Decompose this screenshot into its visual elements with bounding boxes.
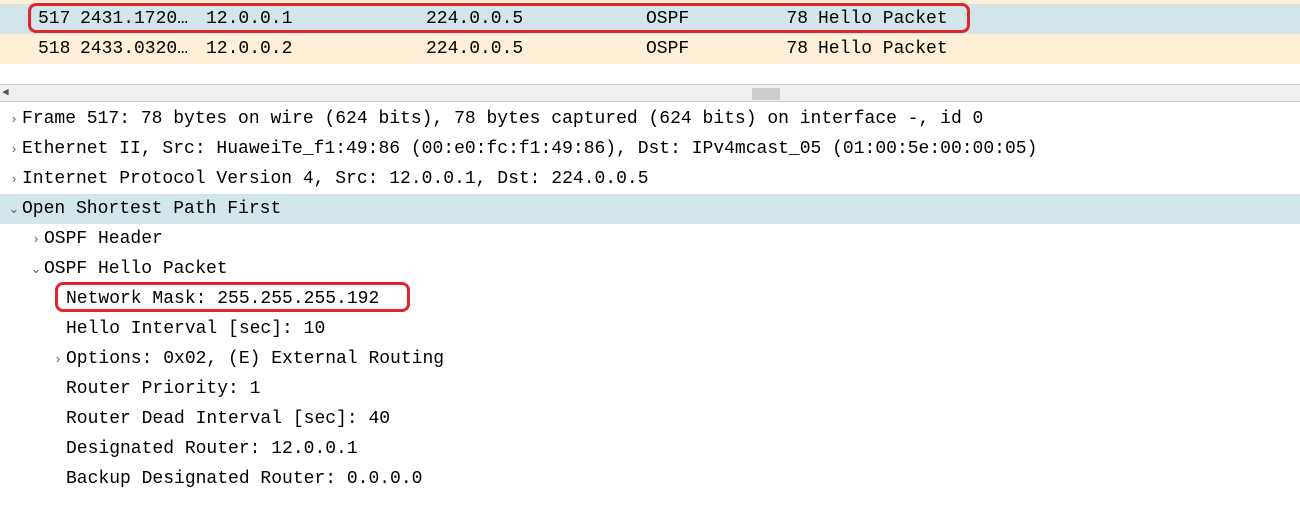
cell-length: 78 xyxy=(786,39,814,59)
chevron-down-icon[interactable]: ⌄ xyxy=(28,254,44,284)
field-backup-designated-router[interactable]: Backup Designated Router: 0.0.0.0 xyxy=(0,464,1300,494)
cell-destination: 224.0.0.5 xyxy=(426,39,646,59)
chevron-right-icon[interactable]: › xyxy=(6,164,22,194)
table-row[interactable]: 517 2431.1720… 12.0.0.1 224.0.0.5 OSPF 7… xyxy=(0,4,1300,34)
cell-source: 12.0.0.2 xyxy=(206,39,426,59)
horizontal-scrollbar[interactable]: ◀ xyxy=(0,84,1300,102)
field-dead-interval[interactable]: Router Dead Interval [sec]: 40 xyxy=(0,404,1300,434)
field-designated-router[interactable]: Designated Router: 12.0.0.1 xyxy=(0,434,1300,464)
chevron-right-icon[interactable]: › xyxy=(6,104,22,134)
tree-item-hello-packet[interactable]: ⌄ OSPF Hello Packet xyxy=(0,254,1300,284)
detail-text: Router Dead Interval [sec]: 40 xyxy=(66,404,390,434)
tree-item-ethernet[interactable]: › Ethernet II, Src: HuaweiTe_f1:49:86 (0… xyxy=(0,134,1300,164)
detail-text: Hello Interval [sec]: 10 xyxy=(66,314,325,344)
chevron-down-icon[interactable]: ⌄ xyxy=(6,194,22,224)
cell-length: 78 xyxy=(786,9,814,29)
field-hello-interval[interactable]: Hello Interval [sec]: 10 xyxy=(0,314,1300,344)
tree-item-ip[interactable]: › Internet Protocol Version 4, Src: 12.0… xyxy=(0,164,1300,194)
cell-time: 2431.1720… xyxy=(80,9,206,29)
tree-item-frame[interactable]: › Frame 517: 78 bytes on wire (624 bits)… xyxy=(0,104,1300,134)
cell-time: 2433.0320… xyxy=(80,39,206,59)
detail-text: OSPF Header xyxy=(44,224,163,254)
detail-text: OSPF Hello Packet xyxy=(44,254,228,284)
detail-text: Frame 517: 78 bytes on wire (624 bits), … xyxy=(22,104,983,134)
cell-info: Hello Packet xyxy=(814,39,1300,59)
chevron-right-icon[interactable]: › xyxy=(50,344,66,374)
tree-item-ospf[interactable]: ⌄ Open Shortest Path First xyxy=(0,194,1300,224)
field-network-mask[interactable]: Network Mask: 255.255.255.192 xyxy=(0,284,1300,314)
chevron-right-icon[interactable]: › xyxy=(28,224,44,254)
table-row[interactable]: 518 2433.0320… 12.0.0.2 224.0.0.5 OSPF 7… xyxy=(0,34,1300,64)
field-router-priority[interactable]: Router Priority: 1 xyxy=(0,374,1300,404)
detail-text: Options: 0x02, (E) External Routing xyxy=(66,344,444,374)
cell-protocol: OSPF xyxy=(646,9,786,29)
scroll-left-icon[interactable]: ◀ xyxy=(2,85,9,99)
scroll-thumb[interactable] xyxy=(752,88,780,100)
detail-text: Network Mask: 255.255.255.192 xyxy=(66,284,379,314)
tree-item-ospf-header[interactable]: › OSPF Header xyxy=(0,224,1300,254)
cell-protocol: OSPF xyxy=(646,39,786,59)
detail-text: Open Shortest Path First xyxy=(22,194,281,224)
cell-source: 12.0.0.1 xyxy=(206,9,426,29)
detail-text: Router Priority: 1 xyxy=(66,374,260,404)
detail-text: Designated Router: 12.0.0.1 xyxy=(66,434,358,464)
detail-text: Backup Designated Router: 0.0.0.0 xyxy=(66,464,422,494)
chevron-right-icon[interactable]: › xyxy=(6,134,22,164)
detail-text: Internet Protocol Version 4, Src: 12.0.0… xyxy=(22,164,649,194)
cell-info: Hello Packet xyxy=(814,9,1300,29)
packet-details-pane: › Frame 517: 78 bytes on wire (624 bits)… xyxy=(0,102,1300,494)
cell-no: 517 xyxy=(38,9,80,29)
packet-list: 517 2431.1720… 12.0.0.1 224.0.0.5 OSPF 7… xyxy=(0,0,1300,64)
tree-item-options[interactable]: › Options: 0x02, (E) External Routing xyxy=(0,344,1300,374)
cell-no: 518 xyxy=(38,39,80,59)
cell-destination: 224.0.0.5 xyxy=(426,9,646,29)
detail-text: Ethernet II, Src: HuaweiTe_f1:49:86 (00:… xyxy=(22,134,1037,164)
